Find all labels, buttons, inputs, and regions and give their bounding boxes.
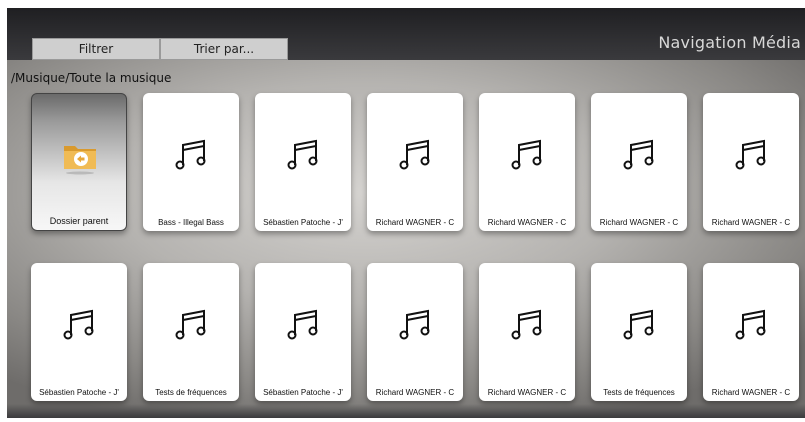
music-note-icon: [399, 139, 430, 170]
top-bar: Filtrer Trier par... Navigation Média: [7, 8, 805, 60]
tile-media[interactable]: Sébastien Patoche - J': [31, 263, 127, 401]
tile-media[interactable]: Tests de fréquences: [591, 263, 687, 401]
tile-label: Tests de fréquences: [155, 388, 227, 397]
music-note-icon: [623, 309, 654, 340]
tile-label: Richard WAGNER - C: [375, 388, 455, 397]
tile-label: Dossier parent: [49, 216, 109, 226]
tile-label: Bass - Illegal Bass: [158, 218, 224, 227]
music-note-icon: [399, 309, 430, 340]
tile-label: Sébastien Patoche - J': [39, 388, 119, 397]
tile-media[interactable]: Richard WAGNER - C: [479, 263, 575, 401]
tile-media[interactable]: Richard WAGNER - C: [703, 263, 799, 401]
tile-media[interactable]: Richard WAGNER - C: [479, 93, 575, 231]
music-note-icon: [287, 309, 318, 340]
tile-label: Richard WAGNER - C: [711, 218, 791, 227]
tile-media[interactable]: Richard WAGNER - C: [367, 93, 463, 231]
music-note-icon: [735, 139, 766, 170]
tile-label: Sébastien Patoche - J': [263, 388, 343, 397]
music-note-icon: [623, 139, 654, 170]
music-note-icon: [175, 139, 206, 170]
filter-button[interactable]: Filtrer: [32, 38, 160, 60]
music-note-icon: [735, 309, 766, 340]
music-note-icon: [511, 139, 542, 170]
bottom-bar: [7, 404, 805, 418]
music-note-icon: [63, 309, 94, 340]
folder-back-icon: [64, 146, 96, 175]
breadcrumb: /Musique/Toute la musique: [11, 71, 172, 85]
tile-label: Richard WAGNER - C: [487, 218, 567, 227]
tile-label: Sébastien Patoche - J': [263, 218, 343, 227]
tile-label: Richard WAGNER - C: [599, 218, 679, 227]
sort-by-button[interactable]: Trier par...: [160, 38, 288, 60]
tile-media[interactable]: Richard WAGNER - C: [367, 263, 463, 401]
tile-media[interactable]: Bass - Illegal Bass: [143, 93, 239, 231]
music-note-icon: [287, 139, 318, 170]
tile-media[interactable]: Sébastien Patoche - J': [255, 93, 351, 231]
tile-label: Richard WAGNER - C: [487, 388, 567, 397]
tile-media[interactable]: Richard WAGNER - C: [591, 93, 687, 231]
tile-label: Richard WAGNER - C: [375, 218, 455, 227]
media-browser-screen: Filtrer Trier par... Navigation Média /M…: [7, 8, 805, 418]
music-note-icon: [175, 309, 206, 340]
tile-media[interactable]: Richard WAGNER - C: [703, 93, 799, 231]
tile-media[interactable]: Tests de fréquences: [143, 263, 239, 401]
tile-label: Richard WAGNER - C: [711, 388, 791, 397]
tile-label: Tests de fréquences: [603, 388, 675, 397]
page-title: Navigation Média: [658, 33, 801, 52]
tile-media[interactable]: Sébastien Patoche - J': [255, 263, 351, 401]
tile-parent-folder[interactable]: Dossier parent: [31, 93, 127, 231]
music-note-icon: [511, 309, 542, 340]
